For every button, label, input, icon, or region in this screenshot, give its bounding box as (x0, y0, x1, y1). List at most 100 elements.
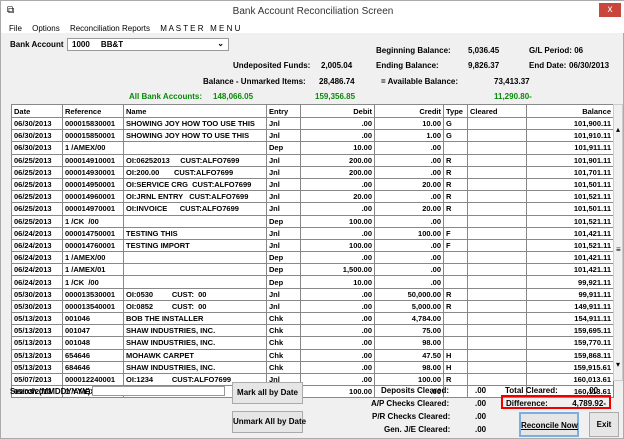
exit-button[interactable]: Exit (589, 412, 619, 437)
cell-reference: 1 /CK /00 (62, 214, 124, 228)
cell-entry: Jnl (266, 177, 301, 192)
table-row[interactable]: 05/13/2013 001048 SHAW INDUSTRIES, INC. Chk… (11, 336, 614, 350)
cell-entry: Dep (266, 251, 301, 265)
table-row[interactable]: 06/30/2013 1 /AMEX/00 Dep 10.00.00 101,911.1… (11, 141, 614, 155)
table-row[interactable]: 06/24/2013 000014760001 TESTING IMPORT Jnl 1… (11, 238, 614, 253)
column-header-entry[interactable]: Entry (266, 104, 301, 118)
cell-balance: 159,770.11 (526, 336, 614, 350)
table-row[interactable]: 06/25/2013 000014930001 OI:200.00 CUST:ALF… (11, 165, 614, 179)
table-row[interactable]: 06/24/2013 1 /AMEX/01 Dep 1,500.00.00 101,42… (11, 263, 614, 277)
column-header-reference[interactable]: Reference (62, 104, 124, 118)
menu-file[interactable]: File (9, 24, 22, 33)
bank-account-select[interactable]: 1000 BB&T ⌄ (67, 38, 229, 51)
cell-balance: 159,868.11 (526, 348, 614, 362)
menu-master-menu[interactable]: M A S T E R M E N U (160, 24, 240, 33)
cell-cleared[interactable] (467, 214, 527, 228)
table-row[interactable]: 05/30/2013 000013530001 OI:0530 CUST: 00 Jn… (11, 287, 614, 301)
close-button[interactable]: x (599, 3, 621, 17)
table-row[interactable]: 05/13/2013 684646 SHAW INDUSTRIES, INC. Chk… (11, 360, 614, 374)
cell-reference: 001048 (62, 336, 124, 350)
column-header-type[interactable]: Type (443, 104, 468, 118)
column-header-cleared[interactable]: Cleared (467, 104, 527, 118)
cell-name (123, 263, 267, 277)
cell-cleared[interactable] (467, 263, 527, 277)
cell-reference: 000014750001 (62, 226, 124, 240)
cell-credit: 10.00 (374, 116, 444, 131)
table-row[interactable]: 06/24/2013 1 /AMEX/00 Dep .00.00 101,421.11 (11, 251, 614, 265)
cell-reference: 000014760001 (62, 238, 124, 253)
cell-cleared[interactable] (467, 129, 527, 143)
gl-period: G/L Period: 06 (529, 46, 584, 55)
ending-label: Ending Balance: (376, 61, 439, 70)
column-header-name[interactable]: Name (123, 104, 267, 118)
cell-cleared[interactable] (467, 372, 527, 387)
cell-cleared[interactable] (467, 311, 527, 326)
cell-credit: .00 (374, 214, 444, 228)
cell-balance: 101,701.11 (526, 165, 614, 179)
cell-cleared[interactable] (467, 190, 527, 204)
cell-reference: 654646 (62, 348, 124, 362)
table-row[interactable]: 06/24/2013 1 /CK /00 Dep 10.00.00 99,921.11 (11, 275, 614, 289)
cell-cleared[interactable] (467, 141, 527, 155)
table-row[interactable]: 05/30/2013 000013540001 OI:0852 CUST: 00 Jn… (11, 299, 614, 314)
column-header-credit[interactable]: Credit (374, 104, 444, 118)
scroll-down-icon[interactable]: ▾ (616, 360, 620, 369)
cell-type: H (443, 348, 468, 362)
reconcile-now-button[interactable]: Reconcile Now (519, 412, 579, 437)
cell-cleared[interactable] (467, 360, 527, 374)
cell-cleared[interactable] (467, 165, 527, 179)
cell-cleared[interactable] (467, 116, 527, 131)
table-row[interactable]: 06/25/2013 1 /CK /00 Dep 100.00.00 101,521.1… (11, 214, 614, 228)
cell-credit: .00 (374, 263, 444, 277)
table-row[interactable]: 06/25/2013 000014950001 OI:SERVICE CRG CUS… (11, 177, 614, 192)
all-accounts-label: All Bank Accounts: (129, 92, 203, 101)
table-row[interactable]: 06/25/2013 000014970001 OI:INVOICE CUST:AL… (11, 202, 614, 216)
column-header-date[interactable]: Date (11, 104, 63, 118)
cell-balance: 99,911.11 (526, 287, 614, 301)
cell-cleared[interactable] (467, 177, 527, 192)
cell-cleared[interactable] (467, 275, 527, 289)
cell-reference: 1 /AMEX/00 (62, 251, 124, 265)
cell-cleared[interactable] (467, 202, 527, 216)
table-row[interactable]: 06/30/2013 000015850001 SHOWING JOY HOW TO… (11, 129, 614, 143)
cell-entry: Dep (266, 141, 301, 155)
table-row[interactable]: 06/24/2013 000014750001 TESTING THIS Jnl .00… (11, 226, 614, 240)
cell-name (123, 275, 267, 289)
table-row[interactable]: 05/13/2013 654646 MOHAWK CARPET Chk .00 47.50… (11, 348, 614, 362)
cell-cleared[interactable] (467, 238, 527, 253)
cell-cleared[interactable] (467, 251, 527, 265)
table-row[interactable]: 06/30/2013 000015830001 SHOWING JOY HOW TO… (11, 116, 614, 131)
scrollbar[interactable]: ▴ ≡ ▾ (613, 104, 623, 381)
cell-cleared[interactable] (467, 287, 527, 301)
unmark-all-by-date-button[interactable]: Unmark All by Date (232, 411, 306, 433)
scroll-thumb-icon[interactable]: ≡ (616, 245, 621, 254)
cell-date: 06/25/2013 (11, 214, 63, 228)
cell-balance: 159,915.61 (526, 360, 614, 374)
cell-cleared[interactable] (467, 324, 527, 338)
scroll-up-icon[interactable]: ▴ (616, 125, 620, 134)
cell-cleared[interactable] (467, 226, 527, 240)
cell-type: R (443, 190, 468, 204)
column-header-balance[interactable]: Balance (526, 104, 614, 118)
cell-name: SHAW INDUSTRIES, INC. (123, 360, 267, 374)
cell-cleared[interactable] (467, 153, 527, 167)
table-row[interactable]: 06/25/2013 000014910001 OI:06252013 CUST:A… (11, 153, 614, 167)
cell-cleared[interactable] (467, 348, 527, 362)
cell-name (123, 251, 267, 265)
cell-entry: Dep (266, 214, 301, 228)
table-row[interactable]: 05/07/2013 000012240001 OI:1234 CUST:ALFO7… (11, 372, 614, 387)
cell-debit: 10.00 (300, 141, 375, 155)
ap-checks-cleared-label: A/P Checks Cleared: (371, 399, 450, 408)
menu-reconciliation-reports[interactable]: Reconciliation Reports (70, 24, 150, 33)
search-input[interactable] (92, 386, 225, 396)
cell-cleared[interactable] (467, 299, 527, 314)
table-row[interactable]: 05/13/2013 001047 SHAW INDUSTRIES, INC. Chk… (11, 324, 614, 338)
column-header-debit[interactable]: Debit (300, 104, 375, 118)
cell-type: R (443, 287, 468, 301)
beginning-value: 5,036.45 (468, 46, 500, 55)
table-row[interactable]: 06/25/2013 000014960001 OI:JRNL ENTRY CUST… (11, 190, 614, 204)
menu-options[interactable]: Options (32, 24, 60, 33)
cell-cleared[interactable] (467, 336, 527, 350)
table-row[interactable]: 05/13/2013 001046 BOB THE INSTALLER Chk .00 4… (11, 311, 614, 326)
mark-all-by-date-button[interactable]: Mark all by Date (232, 382, 303, 404)
